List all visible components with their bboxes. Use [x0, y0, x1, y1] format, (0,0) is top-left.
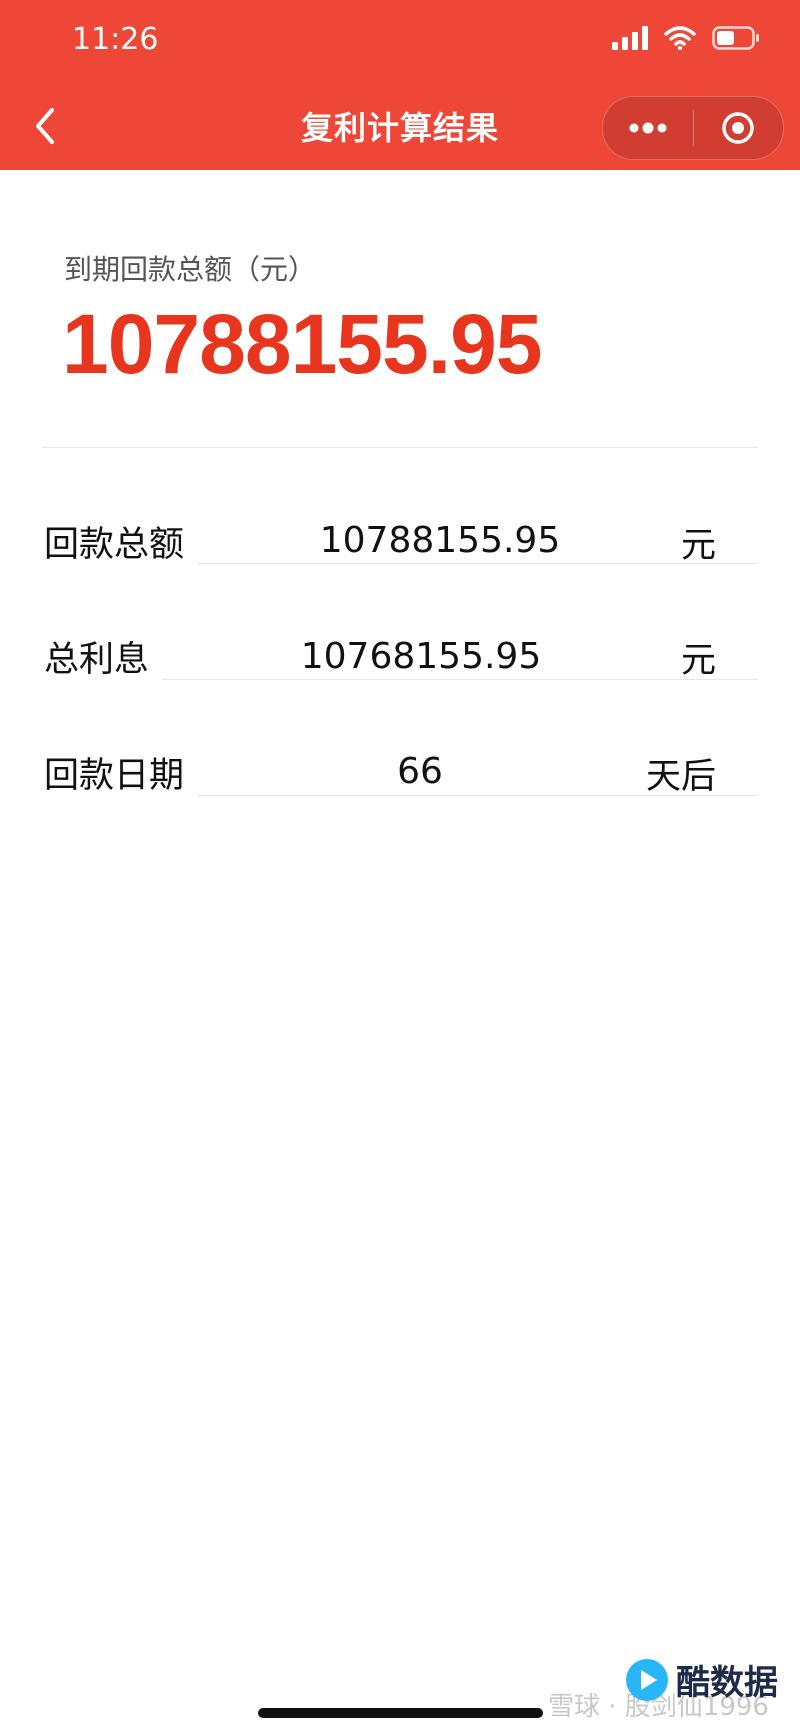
more-icon — [629, 122, 667, 134]
row-unit: 元 — [680, 641, 716, 681]
top-header: 11:26 复利计算结果 — [0, 0, 800, 170]
result-row-total-return: 回款总额 10788155.95 元 — [0, 512, 800, 592]
row-value: 66 — [397, 751, 443, 792]
row-label: 总利息 — [44, 640, 150, 680]
row-label: 回款总额 — [44, 525, 185, 565]
row-unit: 天后 — [645, 757, 716, 797]
row-unit: 元 — [680, 526, 716, 566]
section-divider — [42, 447, 758, 448]
row-underline — [198, 795, 758, 796]
result-row-return-date: 回款日期 66 天后 — [0, 743, 800, 823]
mini-program-capsule — [602, 96, 784, 160]
row-underline — [162, 679, 758, 680]
signal-icon — [612, 26, 648, 50]
status-icons — [612, 26, 760, 50]
result-row-total-interest: 总利息 10768155.95 元 — [0, 627, 800, 707]
wifi-icon — [664, 26, 696, 50]
close-miniprogram-button[interactable] — [694, 97, 784, 159]
kushuju-logo-icon — [626, 1658, 668, 1701]
summary-total-value: 10788155.95 — [62, 297, 543, 391]
status-time: 11:26 — [72, 22, 159, 57]
row-label: 回款日期 — [44, 756, 185, 796]
summary-label: 到期回款总额（元） — [64, 253, 317, 286]
home-indicator[interactable] — [258, 1708, 543, 1718]
battery-icon — [712, 26, 760, 50]
kushuju-text: 酷数据 — [676, 1663, 778, 1703]
kushuju-watermark: 酷数据 — [624, 1655, 778, 1704]
more-button[interactable] — [603, 97, 693, 159]
row-underline — [198, 563, 758, 564]
target-icon — [722, 112, 754, 144]
